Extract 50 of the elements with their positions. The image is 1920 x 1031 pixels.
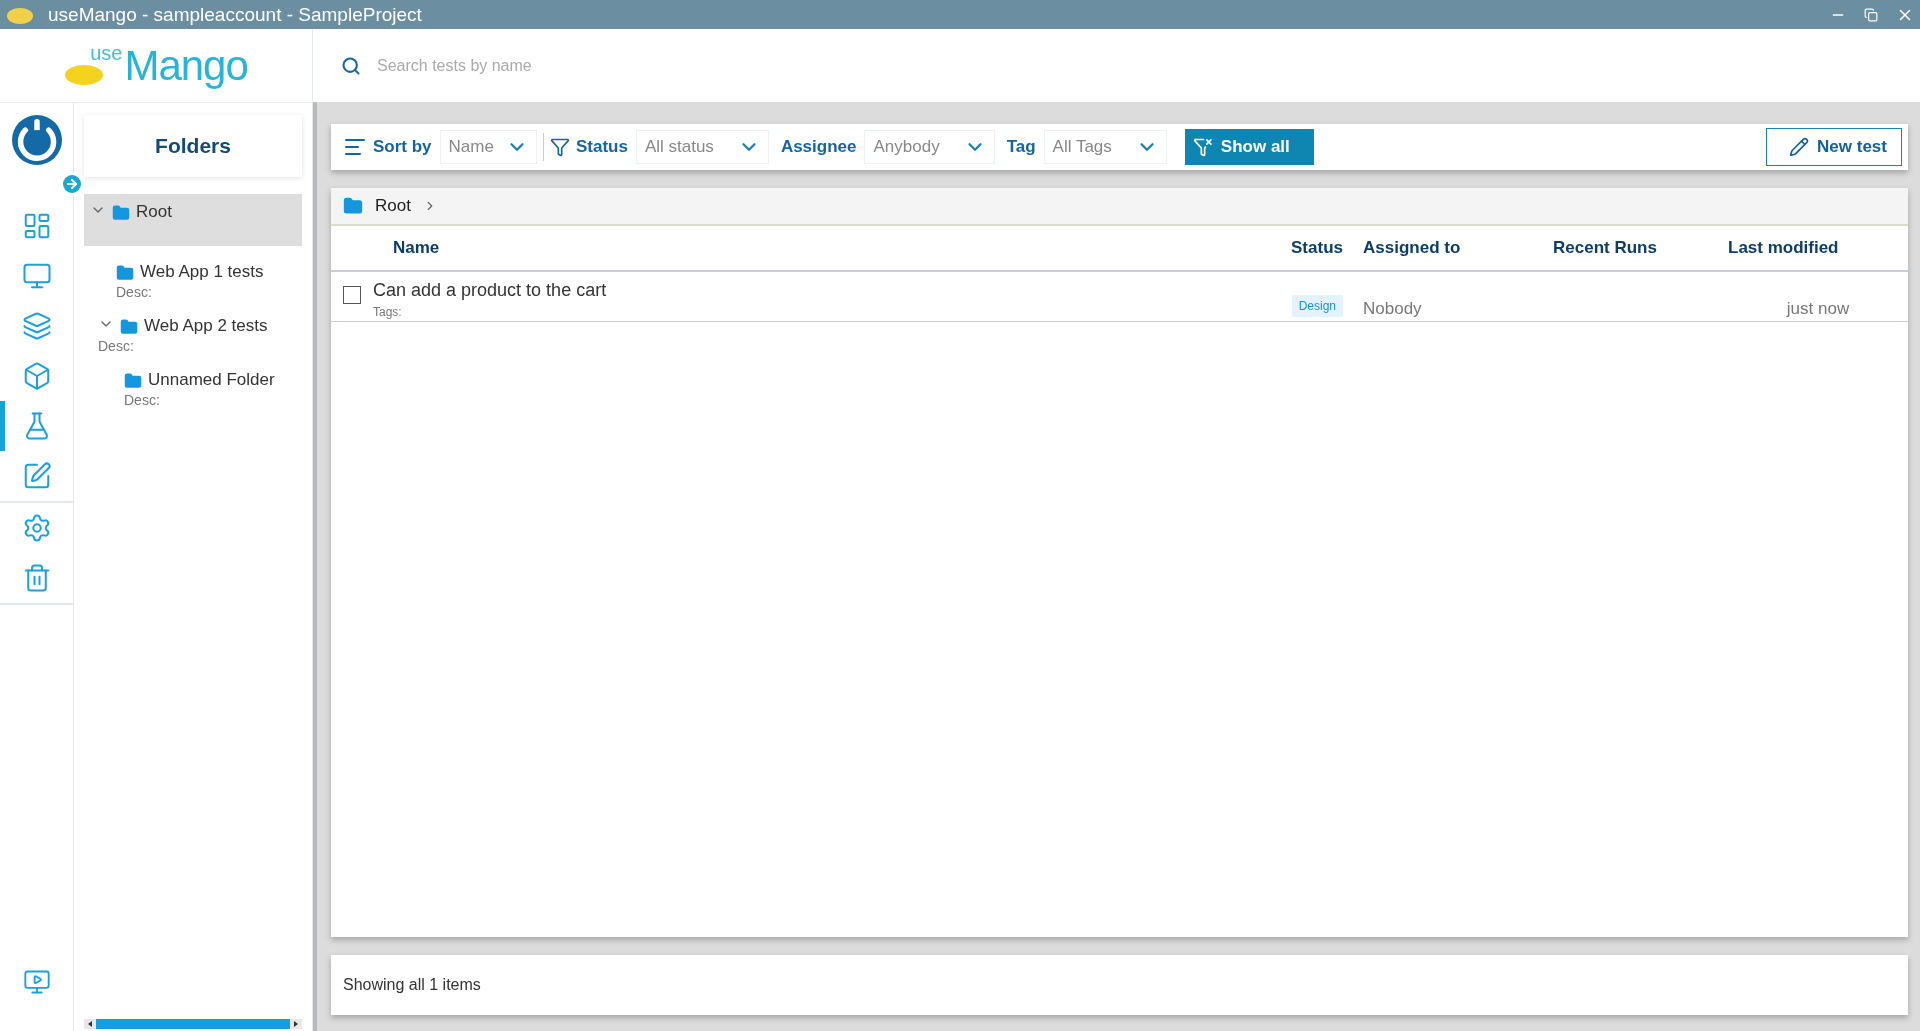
- folder-item[interactable]: Unnamed Folder: [84, 354, 302, 392]
- folder-item[interactable]: Root: [84, 194, 302, 246]
- logo-text: use: [90, 41, 123, 65]
- filter-icon: [549, 137, 570, 157]
- folders-title: Folders: [84, 115, 302, 177]
- table-cell-text: just now: [1785, 299, 1851, 319]
- row-checkbox[interactable]: [343, 286, 361, 304]
- table-cell-text: Nobody: [1362, 299, 1423, 319]
- folder-description: Desc:: [97, 338, 135, 354]
- folder-icon: [124, 372, 142, 390]
- logo-text: Mango: [124, 41, 248, 90]
- layers-icon: [21, 311, 52, 341]
- column-header: Recent Runs: [1552, 237, 1658, 259]
- assignee-dropdown[interactable]: Anybody: [864, 130, 995, 164]
- sort-dropdown[interactable]: Name: [439, 130, 537, 164]
- restore-icon[interactable]: [1864, 7, 1878, 22]
- assignee-label: Assignee: [780, 137, 857, 157]
- pencil-icon: [1789, 137, 1810, 157]
- tags-label: Tags:: [373, 305, 403, 319]
- sort-label: Sort by: [373, 137, 432, 157]
- horizontal-scrollbar[interactable]: [84, 1019, 302, 1029]
- column-header: Last modified: [1727, 237, 1840, 259]
- column-header: Name: [392, 237, 441, 259]
- monitor-play-icon: [22, 968, 51, 996]
- breadcrumb-link[interactable]: Root: [375, 196, 411, 216]
- filter-off-icon: [1192, 137, 1213, 157]
- status-text: Showing all 1 items: [343, 976, 481, 994]
- tag-label: Tag: [1006, 137, 1036, 157]
- folder-icon: [112, 204, 130, 222]
- new-test-button[interactable]: New test: [1766, 128, 1902, 166]
- column-header: Status: [1290, 237, 1343, 259]
- test-name[interactable]: Can add a product to the cart: [373, 280, 1253, 301]
- show-all-button[interactable]: Show all: [1184, 129, 1314, 165]
- column-header: Assigned to: [1362, 237, 1462, 259]
- folder-icon: [343, 196, 363, 216]
- search-icon: [341, 55, 361, 76]
- power-icon[interactable]: [11, 115, 62, 165]
- folder-icon: [116, 264, 134, 282]
- folder-description: Desc:: [123, 392, 161, 408]
- folder-item[interactable]: Web App 1 tests: [84, 246, 302, 284]
- tag-dropdown[interactable]: All Tags: [1043, 130, 1167, 164]
- status-label: Status: [575, 137, 628, 157]
- status-tag: Design: [1291, 295, 1343, 317]
- folder-description: Desc:: [115, 284, 153, 300]
- status-dropdown[interactable]: All status: [635, 130, 769, 164]
- window-title: useMango - sampleaccount - SampleProject: [48, 3, 423, 26]
- folder-item[interactable]: Web App 2 tests: [84, 300, 302, 338]
- folder-icon: [120, 318, 138, 336]
- expand-icon[interactable]: [60, 172, 84, 196]
- monitor-icon: [21, 261, 52, 291]
